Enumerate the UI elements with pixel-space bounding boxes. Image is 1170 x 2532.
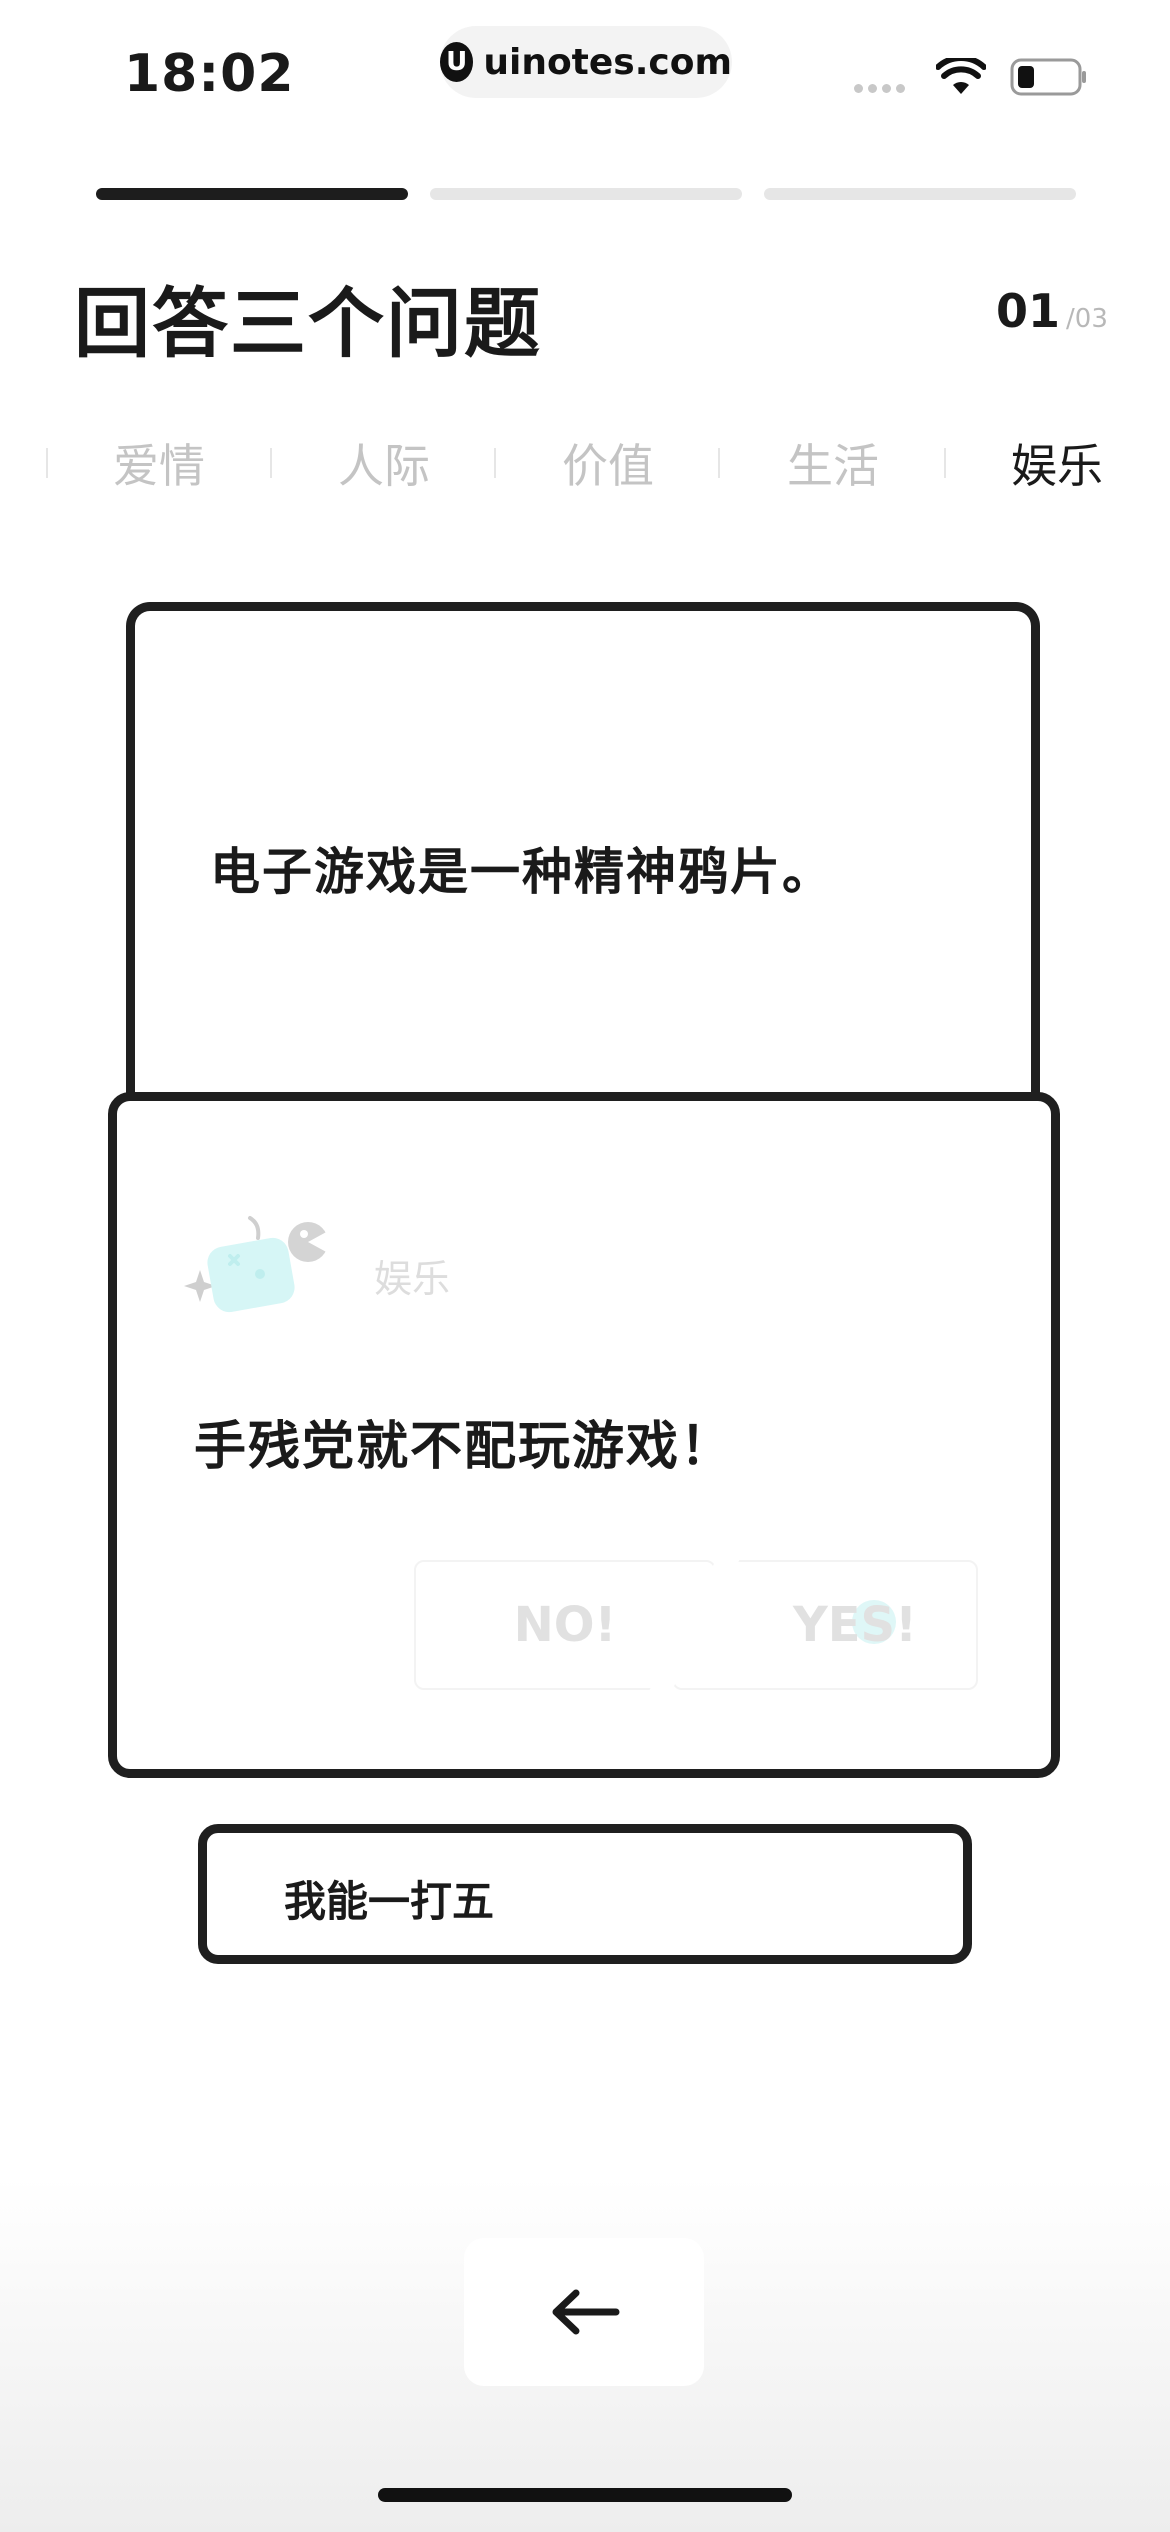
step-progress bbox=[96, 188, 1076, 200]
tab-values[interactable]: 价值 bbox=[523, 430, 693, 496]
tab-entertainment[interactable]: 娱乐 bbox=[972, 430, 1142, 496]
status-time: 18:02 bbox=[124, 44, 295, 104]
counter-current: 01 bbox=[996, 284, 1061, 338]
answer-option-label: 我能一打五 bbox=[284, 1877, 495, 1926]
tab-separator bbox=[494, 448, 496, 478]
tab-separator bbox=[46, 448, 48, 478]
question-counter: 01 /03 bbox=[996, 284, 1108, 338]
card-category-label: 娱乐 bbox=[374, 1257, 451, 1301]
progress-segment-2 bbox=[430, 188, 742, 200]
answer-yes-label: YES! bbox=[792, 1597, 917, 1653]
category-tabs: 爱情 人际 价值 生活 娱乐 bbox=[0, 430, 1170, 496]
cellular-signal-icon bbox=[854, 84, 905, 93]
tab-love[interactable]: 爱情 bbox=[74, 430, 244, 496]
back-button[interactable] bbox=[464, 2238, 704, 2386]
counter-total: /03 bbox=[1066, 304, 1108, 334]
tab-separator bbox=[270, 448, 272, 478]
battery-icon bbox=[1010, 58, 1086, 96]
wifi-icon bbox=[936, 58, 986, 94]
question-statement: 手残党就不配玩游戏！ bbox=[194, 1417, 735, 1477]
tab-separator bbox=[718, 448, 720, 478]
previous-question-text: 电子游戏是一种精神鸦片。 bbox=[210, 843, 834, 901]
url-text: uinotes.com bbox=[483, 41, 732, 83]
home-indicator[interactable] bbox=[378, 2488, 792, 2502]
page-title: 回答三个问题 bbox=[74, 279, 542, 368]
tab-social[interactable]: 人际 bbox=[299, 430, 469, 496]
progress-segment-3 bbox=[764, 188, 1076, 200]
tab-separator bbox=[944, 448, 946, 478]
url-pill[interactable]: U uinotes.com bbox=[440, 26, 732, 98]
tab-life[interactable]: 生活 bbox=[748, 430, 918, 496]
site-logo-icon: U bbox=[440, 42, 474, 82]
answer-no-label: NO! bbox=[513, 1597, 617, 1653]
arrow-left-icon bbox=[552, 2289, 620, 2335]
game-controller-mascot-icon bbox=[184, 1216, 330, 1313]
progress-segment-1 bbox=[96, 188, 408, 200]
